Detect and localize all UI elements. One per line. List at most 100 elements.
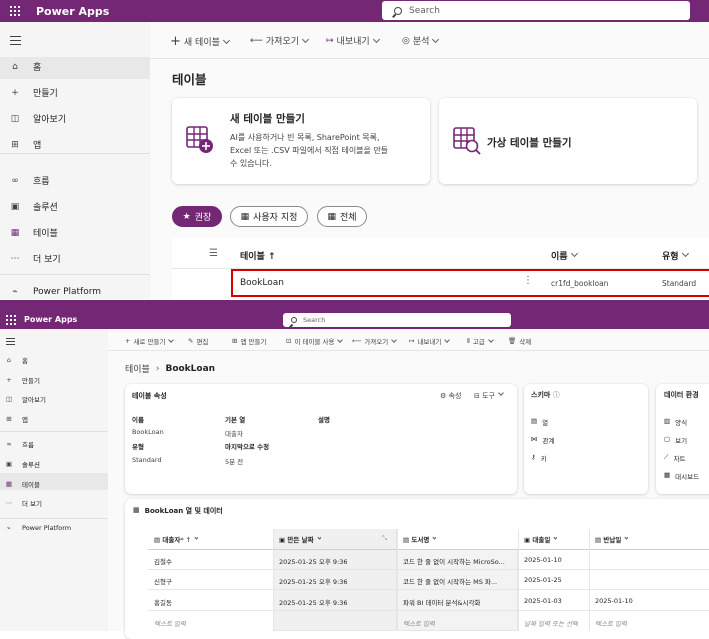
column-divider [589, 529, 590, 631]
sidebar-item-5[interactable]: ▣ 솔루션 [4, 459, 40, 469]
sidebar-item-7[interactable]: ⋯ 더 보기 [8, 252, 61, 266]
new-table-button[interactable]: + 새 테이블 [170, 34, 230, 49]
sidebar-item-4[interactable]: ∞ 흐름 [8, 174, 50, 188]
schema-columns-link[interactable]: ▤ 열 [531, 417, 548, 427]
column-header-type[interactable]: 유형 [662, 249, 689, 262]
grid-header-0[interactable]: ▤ 대출자* ↑ [154, 534, 199, 544]
book-icon: ◫ [5, 395, 13, 403]
column-header-name[interactable]: 이름 [551, 249, 578, 262]
sidebar-item-6[interactable]: ▦ 테이블 [8, 226, 58, 240]
more-options-icon[interactable]: ⋮ [523, 275, 533, 286]
sidebar-item-4[interactable]: ∞ 흐름 [4, 439, 34, 449]
new-table-card[interactable]: 새 테이블 만들기 AI를 사용하거나 빈 목록, SharePoint 목록,… [172, 98, 430, 184]
nav-divider [0, 518, 108, 519]
waffle-icon[interactable] [10, 6, 20, 16]
sidebar-item-2[interactable]: ◫ 알아보기 [4, 394, 46, 404]
chart-icon: ⟋ [664, 453, 669, 461]
plus-icon: + [170, 34, 181, 49]
search-box[interactable]: Search [283, 313, 511, 327]
sidebar-item-6[interactable]: ▦ 테이블 [4, 479, 40, 489]
filter-custom[interactable]: ▦ 사용자 지정 [230, 206, 308, 227]
search-box[interactable]: Search [382, 1, 690, 20]
row-table-name[interactable]: BookLoan [240, 278, 284, 288]
waffle-icon[interactable] [6, 315, 16, 325]
props-button[interactable]: ⚙ 속성 [440, 391, 461, 401]
grid-header-3[interactable]: ▣ 대출일 [524, 534, 558, 544]
dashboards-link[interactable]: ▦ 대시보드 [664, 471, 699, 481]
sidebar-item-7[interactable]: ⋯ 더 보기 [4, 498, 42, 508]
analyze-button[interactable]: ◎ 분석 [402, 34, 440, 47]
table-cell[interactable]: 2025-01-25 오후 9:36 [279, 576, 347, 586]
schema-relationships-link[interactable]: ⋈ 관계 [531, 435, 554, 445]
sidebar-item-label: 흐름 [33, 177, 50, 187]
column-header-table[interactable]: 테이블 ↑ [240, 249, 276, 262]
new-row-input[interactable]: 텍스트 입력 [154, 618, 186, 628]
search-icon [394, 6, 402, 15]
toolbar-button-6[interactable]: ⫴ 고급 [467, 336, 494, 346]
table-cell[interactable]: 2025-01-25 오후 9:36 [279, 556, 347, 566]
app-icon: ⊞ [232, 337, 238, 345]
toolbar-button-4[interactable]: ⟵ 가져오기 [352, 336, 398, 346]
new-row-input[interactable]: 날짜 입력 또는 선택 [524, 618, 578, 628]
new-row-input[interactable]: 텍스트 입력 [403, 618, 435, 628]
schema-keys-link[interactable]: ⚷ 키 [531, 453, 547, 463]
hamburger-icon[interactable] [10, 36, 21, 45]
sidebar-item-3[interactable]: ⊞ 앱 [8, 138, 41, 152]
column-divider [518, 529, 519, 631]
table-cell[interactable]: 2025-01-10 [595, 597, 633, 605]
grid-header-4[interactable]: ▤ 반납일 [595, 534, 629, 544]
sidebar-item-1[interactable]: + 만들기 [8, 86, 58, 100]
table-cell[interactable]: 신형구 [154, 576, 172, 586]
highlighted-row[interactable]: BookLoan ⋮ cr1fd_bookloan Standard [231, 269, 709, 297]
import-button[interactable]: ⟵ 가져오기 [250, 34, 310, 47]
column-divider [397, 529, 398, 631]
toolbar-button-5[interactable]: ↦ 내보내기 [409, 336, 451, 346]
toolbar-button-3[interactable]: ⊡ 이 테이블 사용 [286, 336, 344, 346]
toolbar-button-1[interactable]: ✎ 편집 [188, 336, 208, 346]
table-cell[interactable]: 홍길동 [154, 597, 172, 607]
bottom-command-bar: + 새로 만들기 ✎ 편집 ⊞ 앱 만들기 ⊡ 이 테이블 사용 ⟵ 가져오기 ↦ 내보내기 ⫴ 고급 🗑 삭… [108, 329, 709, 351]
toolbar-button-2[interactable]: ⊞ 앱 만들기 [232, 336, 266, 346]
toolbar-button-0[interactable]: + 새로 만들기 [125, 336, 175, 346]
charts-link[interactable]: ⟋ 차트 [664, 453, 686, 463]
sidebar-item-label: 만들기 [33, 89, 58, 99]
virtual-table-card[interactable]: 가상 테이블 만들기 [439, 98, 697, 184]
views-link[interactable]: ▢ 보기 [664, 435, 687, 445]
sidebar-item-0[interactable]: ⌂ 홈 [8, 60, 42, 74]
advanced-icon: ⫴ [467, 336, 470, 345]
breadcrumb-parent[interactable]: 테이블 [125, 362, 150, 375]
table-cell[interactable]: 김철수 [154, 556, 172, 566]
new-row-input[interactable]: 텍스트 입력 [595, 618, 627, 628]
table-cell[interactable]: 2025-01-25 [524, 576, 562, 584]
sidebar-item-8[interactable]: ⌁ Power Platform [8, 287, 101, 297]
resize-icon[interactable]: ⤡ [382, 534, 387, 543]
table-cell[interactable]: 코드 한 줄 없이 시작하는 MS 파... [403, 576, 497, 586]
sidebar-item-label: 테이블 [22, 481, 40, 489]
filter-recommended[interactable]: ★ 권장 [172, 206, 222, 227]
sidebar-item-1[interactable]: + 만들기 [4, 375, 40, 385]
column-options-icon[interactable]: ☰ [209, 248, 218, 259]
key-icon: ⚷ [531, 453, 536, 461]
filter-all[interactable]: ▦ 전체 [317, 206, 367, 227]
sidebar-item-5[interactable]: ▣ 솔루션 [8, 200, 58, 214]
forms-link[interactable]: ▥ 양식 [664, 417, 687, 427]
name-value: BookLoan [132, 428, 164, 436]
table-cell[interactable]: 2025-01-10 [524, 556, 562, 564]
sidebar-item-8[interactable]: ⌁ Power Platform [4, 524, 71, 532]
table-cell[interactable]: 파워 BI 데이터 분석&시각화 [403, 597, 480, 607]
export-button[interactable]: ↦ 내보내기 [326, 34, 380, 47]
toolbar-label: 삭제 [519, 338, 532, 346]
sidebar-item-label: 앱 [22, 416, 28, 424]
tools-button[interactable]: ⊟ 도구 [474, 390, 504, 401]
toolbar-button-7[interactable]: 🗑 삭제 [508, 336, 531, 346]
grid-header-1[interactable]: ▣ 만든 날짜 [279, 534, 321, 544]
table-cell[interactable]: 코드 한 줄 없이 시작하는 MicroSo... [403, 556, 505, 566]
grid-header-2[interactable]: ▤ 도서명 [403, 534, 437, 544]
sidebar-item-2[interactable]: ◫ 알아보기 [8, 112, 66, 126]
sidebar-item-3[interactable]: ⊞ 앱 [4, 414, 28, 424]
table-cell[interactable]: 2025-01-03 [524, 597, 562, 605]
sidebar-item-0[interactable]: ⌂ 홈 [4, 355, 28, 365]
hamburger-icon[interactable] [6, 338, 15, 345]
table-cell[interactable]: 2025-01-25 오후 9:36 [279, 597, 347, 607]
sidebar-item-label: 홈 [33, 63, 42, 73]
